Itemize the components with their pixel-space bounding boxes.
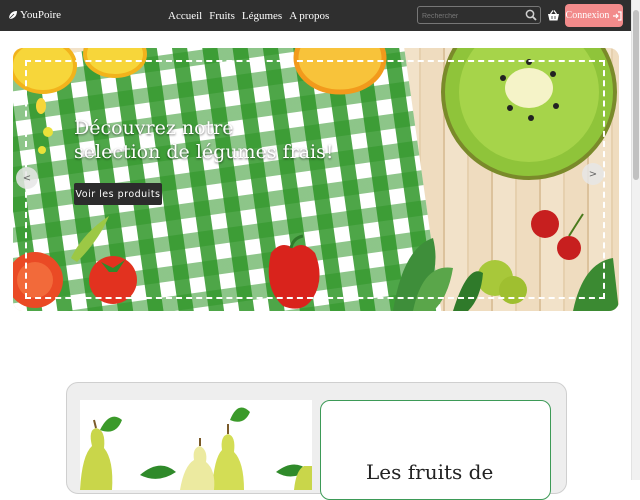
tomato bbox=[89, 256, 137, 304]
green-grape bbox=[499, 276, 527, 304]
pear bbox=[212, 434, 244, 490]
login-label: Connexion bbox=[565, 10, 610, 21]
nav-link-fruits[interactable]: Fruits bbox=[209, 10, 235, 22]
login-button[interactable]: Connexion bbox=[565, 4, 623, 27]
nav-link-legumes[interactable]: Légumes bbox=[242, 10, 282, 22]
scrollbar-thumb[interactable] bbox=[633, 10, 639, 180]
kiwi-seed bbox=[500, 75, 506, 81]
kiwi-core bbox=[505, 68, 553, 108]
view-products-button[interactable]: Voir les produits bbox=[74, 183, 162, 205]
cherry-stem bbox=[568, 213, 584, 237]
nav-link-a-propos[interactable]: A propos bbox=[289, 10, 329, 22]
lemon-drop bbox=[36, 98, 46, 114]
hero-title-line1: Découvrez notre bbox=[74, 117, 234, 139]
lemon-slice bbox=[83, 48, 147, 78]
brand-logo[interactable]: YouPoire bbox=[8, 9, 61, 21]
nav-link-accueil[interactable]: Accueil bbox=[168, 10, 202, 22]
pear-leaf bbox=[140, 465, 176, 479]
search-icon[interactable] bbox=[525, 9, 537, 21]
page-scrollbar[interactable] bbox=[631, 0, 640, 480]
kiwi-seed bbox=[553, 103, 559, 109]
pears-image bbox=[80, 400, 312, 490]
hero-title-line2: selection de légumes frais! bbox=[74, 141, 334, 163]
hero-title: Découvrez notre selection de légumes fra… bbox=[74, 116, 334, 164]
sign-in-icon bbox=[613, 10, 623, 21]
basil-leaf bbox=[453, 271, 483, 311]
pear bbox=[80, 428, 113, 490]
carousel-next-button[interactable]: > bbox=[582, 163, 604, 185]
pea-pod bbox=[71, 216, 109, 262]
cherry bbox=[531, 210, 559, 238]
navbar: YouPoire Accueil Fruits Légumes A propos… bbox=[0, 0, 632, 31]
fruits-section-title: Les fruits de bbox=[366, 460, 494, 484]
pear-leaf bbox=[230, 407, 250, 422]
pears-illustration bbox=[80, 407, 312, 490]
basket-icon[interactable] bbox=[547, 9, 560, 22]
kiwi-seed bbox=[526, 59, 532, 65]
tomato-slice-inner bbox=[17, 262, 53, 298]
fruits-info-card bbox=[320, 400, 551, 500]
pear-stem bbox=[93, 419, 97, 429]
carousel-prev-button[interactable]: < bbox=[16, 167, 38, 189]
red-pepper bbox=[268, 244, 320, 309]
hero-produce-illustration bbox=[13, 48, 619, 311]
parsley-leaf bbox=[573, 258, 619, 311]
brand-name: YouPoire bbox=[20, 9, 62, 21]
search-box bbox=[417, 6, 541, 24]
lemon-drop bbox=[38, 146, 46, 154]
pear bbox=[180, 446, 215, 490]
hero-carousel: Découvrez notre selection de légumes fra… bbox=[13, 48, 619, 311]
kiwi-seed bbox=[528, 115, 534, 121]
pear-leaf bbox=[100, 416, 122, 432]
lemon-drop bbox=[43, 127, 53, 137]
kiwi-seed bbox=[507, 105, 513, 111]
search-input[interactable] bbox=[420, 8, 528, 24]
cherry bbox=[557, 236, 581, 260]
lemon-slice bbox=[13, 48, 77, 94]
kiwi-seed bbox=[550, 71, 556, 77]
main-nav: Accueil Fruits Légumes A propos bbox=[168, 10, 329, 22]
orange-slice bbox=[293, 48, 387, 95]
leaf-icon bbox=[8, 11, 17, 20]
